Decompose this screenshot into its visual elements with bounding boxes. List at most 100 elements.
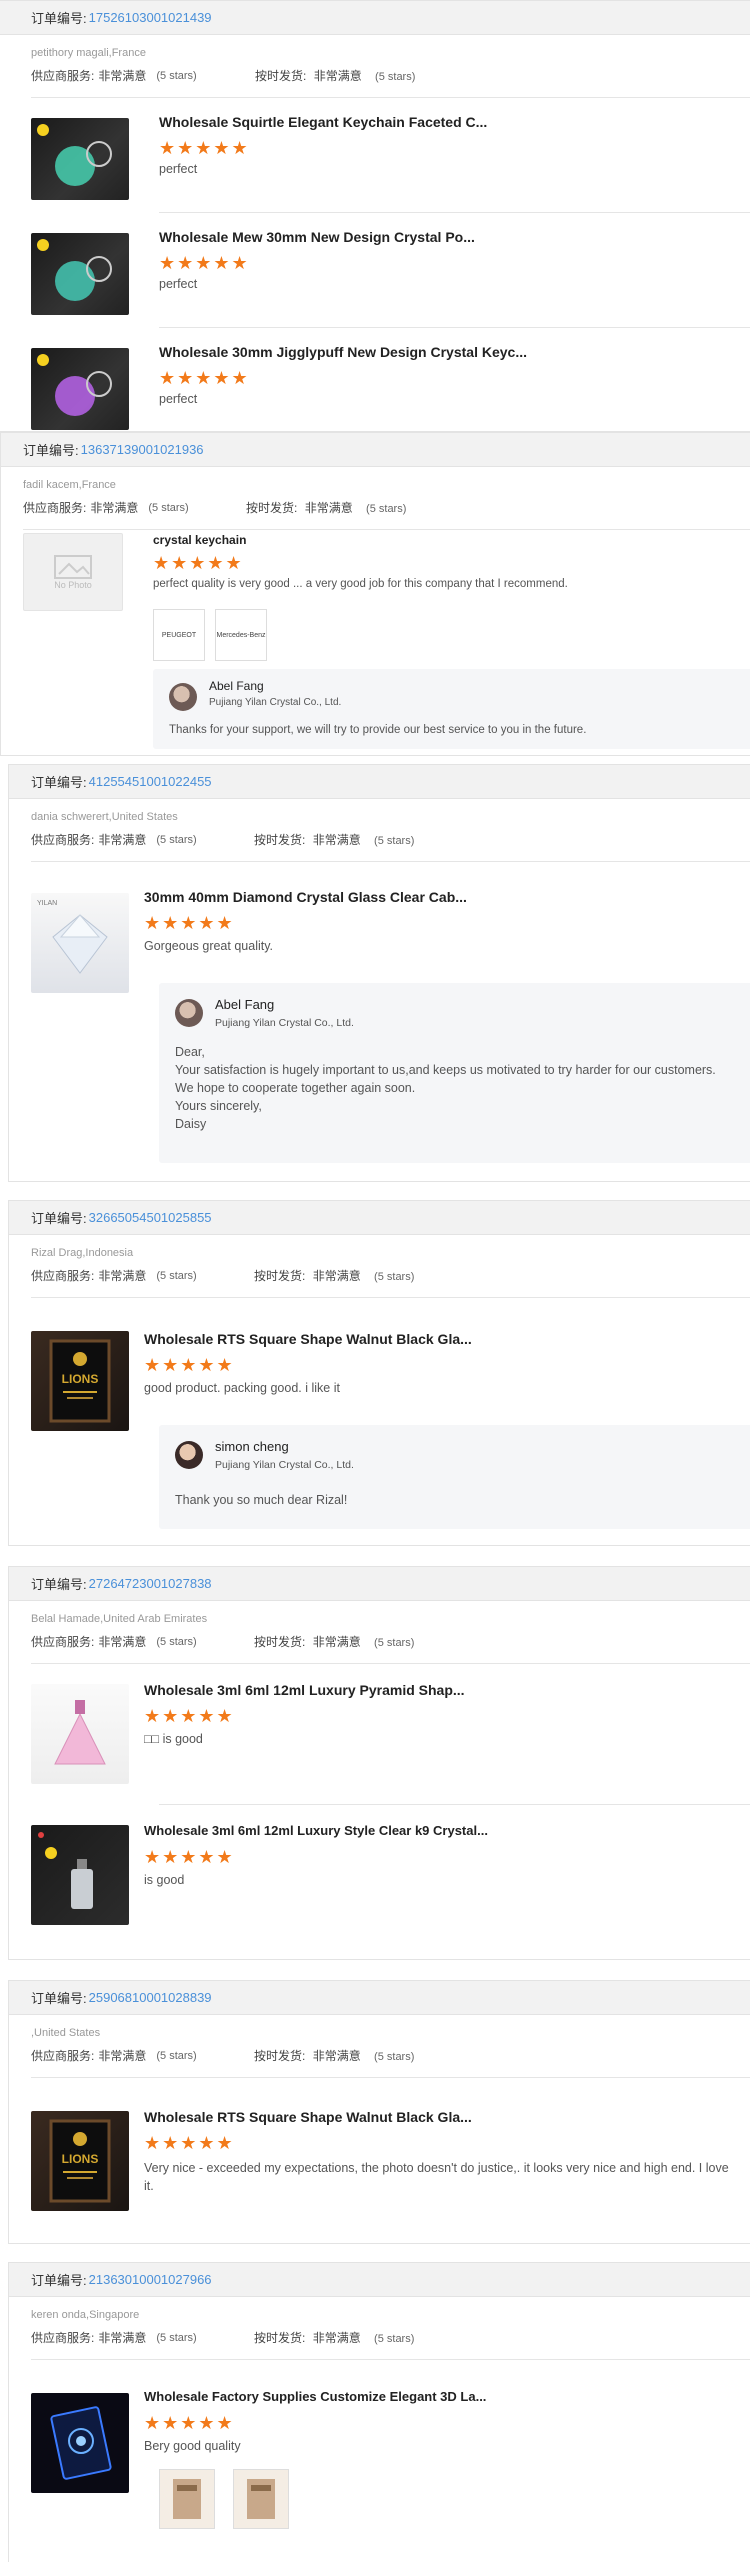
- order-number-label: 订单编号:: [31, 2273, 87, 2288]
- review-comment: Gorgeous great quality.: [144, 939, 274, 953]
- on-time-value: 非常满意: [312, 1635, 361, 1649]
- product-thumbnail[interactable]: [31, 348, 129, 430]
- product-thumbnail[interactable]: [31, 1684, 129, 1784]
- on-time-value: 非常满意: [312, 1269, 361, 1283]
- rating-stars: ★★★★★: [144, 2133, 235, 2153]
- supplier-service-value: 非常满意: [98, 1635, 147, 1649]
- product-title[interactable]: crystal keychain: [153, 533, 246, 547]
- supplier-service-value: 非常满意: [98, 69, 147, 83]
- order-number-link[interactable]: 27264723001027838: [89, 1576, 212, 1591]
- review-comment: Very nice - exceeded my expectations, th…: [144, 2161, 729, 2193]
- on-time-stars: (5 stars): [375, 71, 416, 83]
- keychain-image: [37, 239, 112, 301]
- product-thumbnail[interactable]: YILAN: [31, 893, 129, 993]
- review-comment: perfect quality is very good ... a very …: [153, 578, 568, 590]
- supplier-service-stars: (5 stars): [156, 2332, 197, 2344]
- product-thumbnail[interactable]: [31, 118, 129, 200]
- seller-ratings: 供应商服务: 非常满意 (5 stars) 按时发货: 非常满意 (5 star…: [9, 831, 750, 849]
- review-photo-image: [173, 2479, 201, 2519]
- order-header: 订单编号: 17526103001021439: [0, 1, 750, 35]
- on-time-label: 按时发货:: [254, 2331, 306, 2345]
- product-thumbnail[interactable]: LIONS: [31, 2111, 129, 2211]
- order-number-label: 订单编号:: [31, 11, 87, 26]
- on-time-stars: (5 stars): [374, 2051, 415, 2063]
- seller-ratings: 供应商服务: 非常满意 (5 stars) 按时发货: 非常满意 (5 star…: [9, 2047, 750, 2065]
- product-title-link[interactable]: Wholesale RTS Square Shape Walnut Black …: [144, 1331, 472, 1347]
- order-number-label: 订单编号:: [23, 443, 79, 458]
- divider: [31, 1297, 750, 1298]
- supplier-service-label: 供应商服务:: [31, 2049, 95, 2063]
- buyer-info: dania schwerert,United States: [31, 811, 178, 823]
- rating-stars: ★★★★★: [144, 1847, 235, 1867]
- supplier-service-label: 供应商服务:: [31, 1269, 95, 1283]
- product-title-link[interactable]: 30mm 40mm Diamond Crystal Glass Clear Ca…: [144, 889, 467, 905]
- supplier-service-label: 供应商服务:: [31, 2331, 95, 2345]
- on-time-value: 非常满意: [312, 2331, 361, 2345]
- on-time-value: 非常满意: [313, 69, 362, 83]
- product-thumbnail[interactable]: [31, 1825, 129, 1925]
- product-thumbnail[interactable]: [31, 233, 129, 315]
- image-placeholder-icon: [54, 555, 92, 579]
- order-card: 订单编号: 32665054501025855 Rizal Drag,Indon…: [8, 1200, 750, 1546]
- product-thumbnail-placeholder: No Photo: [23, 533, 123, 611]
- review-photo[interactable]: Mercedes-Benz: [215, 609, 267, 661]
- order-number-link[interactable]: 17526103001021439: [89, 10, 212, 25]
- product-title-link[interactable]: Wholesale RTS Square Shape Walnut Black …: [144, 2109, 472, 2125]
- on-time-rating: 按时发货: 非常满意 (5 stars): [255, 67, 415, 86]
- keychain-image: [37, 124, 112, 186]
- product-thumbnail[interactable]: LIONS: [31, 1331, 129, 1431]
- review-photo[interactable]: [233, 2469, 289, 2529]
- no-photo-label: No Photo: [54, 580, 92, 590]
- review-photo-image: [247, 2479, 275, 2519]
- review-photo[interactable]: PEUGEOT: [153, 609, 205, 661]
- review-comment: perfect: [159, 392, 198, 406]
- order-card: 订单编号: 27264723001027838 Belal Hamade,Uni…: [8, 1566, 750, 1960]
- order-number-label: 订单编号:: [31, 1211, 87, 1226]
- order-number-link[interactable]: 13637139001021936: [81, 442, 204, 457]
- rating-stars: ★★★★★: [159, 138, 250, 158]
- seller-reply: Abel Fang Pujiang Yilan Crystal Co., Ltd…: [153, 669, 750, 749]
- divider: [23, 529, 750, 530]
- review-photo-caption: PEUGEOT: [161, 631, 197, 639]
- order-number-link[interactable]: 32665054501025855: [89, 1210, 212, 1225]
- product-title-link[interactable]: Wholesale Mew 30mm New Design Crystal Po…: [159, 229, 475, 245]
- order-card: 订单编号: 21363010001027966 keren onda,Singa…: [8, 2262, 750, 2562]
- product-thumbnail[interactable]: [31, 2393, 129, 2493]
- order-number-link[interactable]: 41255451001022455: [89, 774, 212, 789]
- product-title-link[interactable]: Wholesale Squirtle Elegant Keychain Face…: [159, 114, 487, 130]
- review-item: Wholesale Mew 30mm New Design Crystal Po…: [0, 213, 750, 327]
- rating-stars: ★★★★★: [144, 2413, 235, 2433]
- on-time-label: 按时发货:: [246, 501, 298, 515]
- on-time-label: 按时发货:: [255, 69, 307, 83]
- product-title-link[interactable]: Wholesale 3ml 6ml 12ml Luxury Pyramid Sh…: [144, 1682, 465, 1698]
- supplier-service-value: 非常满意: [98, 1269, 147, 1283]
- rating-stars: ★★★★★: [159, 253, 250, 273]
- replier-name: simon cheng: [215, 1439, 289, 1454]
- review-comment: is good: [144, 1873, 185, 1887]
- on-time-label: 按时发货:: [254, 1635, 306, 1649]
- on-time-rating: 按时发货: 非常满意 (5 stars): [254, 2047, 414, 2066]
- order-number-link[interactable]: 21363010001027966: [89, 2272, 212, 2287]
- divider: [31, 2359, 750, 2360]
- keychain-image: [37, 354, 112, 416]
- order-number-link[interactable]: 25906810001028839: [89, 1990, 212, 2005]
- review-photo[interactable]: [159, 2469, 215, 2529]
- on-time-stars: (5 stars): [374, 1271, 415, 1283]
- product-title-link[interactable]: Wholesale 3ml 6ml 12ml Luxury Style Clea…: [144, 1823, 488, 1838]
- supplier-service-stars: (5 stars): [156, 70, 197, 82]
- seller-ratings: 供应商服务: 非常满意 (5 stars) 按时发货: 非常满意 (5 star…: [9, 2329, 750, 2347]
- order-card: 订单编号: 17526103001021439 petithory magali…: [0, 0, 750, 432]
- order-header: 订单编号: 32665054501025855: [9, 1201, 750, 1235]
- seller-reply: Abel Fang Pujiang Yilan Crystal Co., Ltd…: [159, 983, 750, 1163]
- on-time-stars: (5 stars): [374, 2333, 415, 2345]
- on-time-value: 非常满意: [312, 833, 361, 847]
- award-plaque-image: LIONS: [49, 2119, 111, 2203]
- supplier-service-value: 非常满意: [98, 833, 147, 847]
- divider: [31, 2077, 750, 2078]
- product-title-link[interactable]: Wholesale Factory Supplies Customize Ele…: [144, 2389, 486, 2404]
- review-comment: perfect: [159, 277, 198, 291]
- product-title-link[interactable]: Wholesale 30mm Jigglypuff New Design Cry…: [159, 344, 527, 360]
- on-time-label: 按时发货:: [254, 833, 306, 847]
- avatar: [175, 999, 203, 1027]
- order-card: 订单编号: 25906810001028839 ,United States 供…: [8, 1980, 750, 2244]
